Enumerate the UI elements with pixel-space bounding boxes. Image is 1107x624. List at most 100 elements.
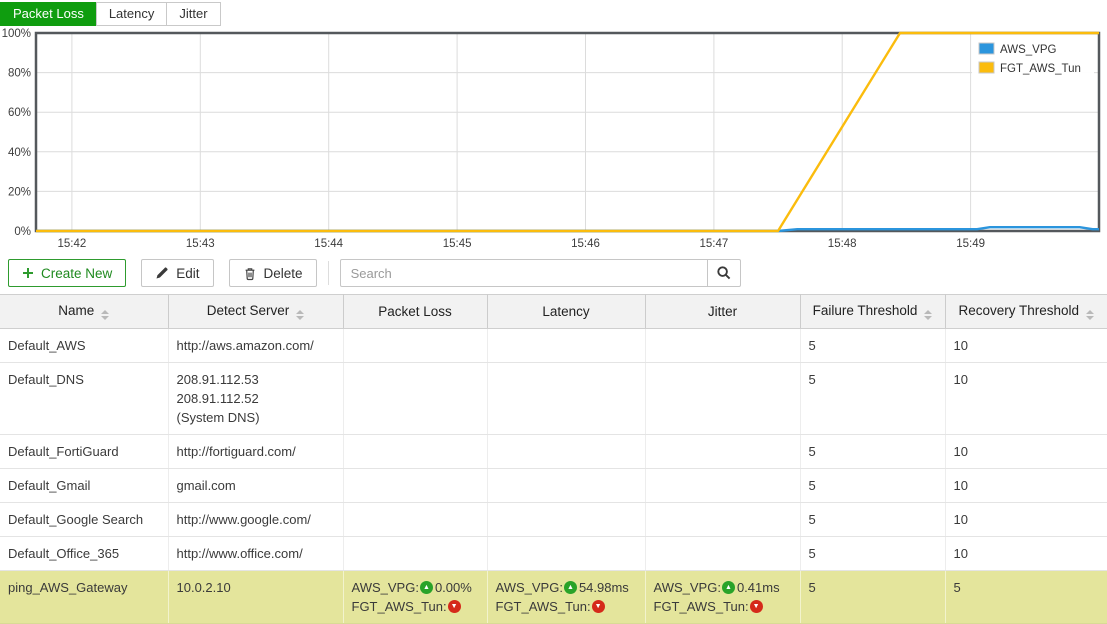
column-header-jitter[interactable]: Jitter (645, 295, 800, 329)
cell-packet-loss (343, 503, 487, 537)
search-input[interactable] (340, 259, 708, 287)
cell-recovery-threshold: 10 (945, 469, 1107, 503)
table-row[interactable]: Default_Gmail gmail.com 5 10 (0, 469, 1107, 503)
table-row[interactable]: Default_Google Search http://www.google.… (0, 503, 1107, 537)
svg-text:100%: 100% (2, 28, 31, 40)
plot-border (36, 33, 1099, 231)
link-status-line: AWS_VPG:▲0.00% (352, 578, 479, 597)
svg-text:0%: 0% (14, 226, 31, 238)
legend-item-fgt-aws-tun[interactable]: FGT_AWS_Tun (979, 62, 1081, 75)
packet-loss-chart: 0%20%40%60%80%100%15:4215:4315:4415:4515… (0, 25, 1107, 253)
edit-button[interactable]: Edit (141, 259, 213, 287)
svg-text:20%: 20% (8, 186, 31, 198)
cell-latency (487, 435, 645, 469)
table-header-row: NameDetect ServerPacket LossLatencyJitte… (0, 295, 1107, 329)
cell-detect-server: http://aws.amazon.com/ (168, 329, 343, 363)
toolbar: Create New Edit Delete (8, 259, 1099, 287)
column-header-name[interactable]: Name (0, 295, 168, 329)
column-header-detect-server[interactable]: Detect Server (168, 295, 343, 329)
chart-tabs: Packet LossLatencyJitter (0, 0, 1107, 25)
cell-detect-server: http://www.office.com/ (168, 537, 343, 571)
table-row[interactable]: Default_FortiGuard http://fortiguard.com… (0, 435, 1107, 469)
svg-text:15:46: 15:46 (571, 238, 600, 250)
cell-name: Default_AWS (0, 329, 168, 363)
table-row[interactable]: Default_AWS http://aws.amazon.com/ 5 10 (0, 329, 1107, 363)
cell-latency (487, 363, 645, 435)
cell-name: Default_Office_365 (0, 537, 168, 571)
cell-recovery-threshold: 5 (945, 571, 1107, 624)
sort-icon[interactable] (296, 310, 304, 320)
search-button[interactable] (708, 259, 741, 287)
svg-text:80%: 80% (8, 68, 31, 80)
cell-detect-server: gmail.com (168, 469, 343, 503)
cell-failure-threshold: 5 (800, 571, 945, 624)
tab-latency[interactable]: Latency (96, 2, 168, 26)
cell-latency (487, 503, 645, 537)
cell-jitter (645, 329, 800, 363)
pencil-icon (155, 266, 169, 280)
table-body: Default_AWS http://aws.amazon.com/ 5 10 … (0, 329, 1107, 624)
cell-recovery-threshold: 10 (945, 503, 1107, 537)
cell-jitter (645, 503, 800, 537)
sort-icon[interactable] (101, 310, 109, 320)
svg-text:40%: 40% (8, 147, 31, 159)
svg-text:15:45: 15:45 (443, 238, 472, 250)
status-down-icon: ▼ (448, 600, 461, 613)
cell-latency (487, 469, 645, 503)
cell-packet-loss (343, 469, 487, 503)
toolbar-separator (328, 261, 329, 285)
cell-jitter (645, 435, 800, 469)
search-box (340, 259, 741, 287)
delete-label: Delete (264, 266, 303, 281)
search-icon (716, 265, 732, 281)
cell-name: Default_DNS (0, 363, 168, 435)
link-status-line: FGT_AWS_Tun:▼ (352, 597, 479, 616)
plus-icon (22, 267, 34, 279)
svg-text:15:48: 15:48 (828, 238, 857, 250)
series-fgt-aws-tun (36, 33, 1099, 231)
cell-detect-server: http://fortiguard.com/ (168, 435, 343, 469)
cell-latency (487, 537, 645, 571)
cell-failure-threshold: 5 (800, 329, 945, 363)
column-header-latency[interactable]: Latency (487, 295, 645, 329)
packet-loss-chart-svg: 0%20%40%60%80%100%15:4215:4315:4415:4515… (0, 25, 1107, 253)
cell-jitter (645, 469, 800, 503)
svg-text:15:42: 15:42 (58, 238, 87, 250)
table-row[interactable]: Default_Office_365 http://www.office.com… (0, 537, 1107, 571)
status-down-icon: ▼ (592, 600, 605, 613)
create-new-button[interactable]: Create New (8, 259, 126, 287)
cell-name: Default_FortiGuard (0, 435, 168, 469)
svg-text:15:43: 15:43 (186, 238, 215, 250)
cell-latency (487, 329, 645, 363)
link-status-line: FGT_AWS_Tun:▼ (654, 597, 792, 616)
cell-name: ping_AWS_Gateway (0, 571, 168, 624)
cell-failure-threshold: 5 (800, 363, 945, 435)
table-row[interactable]: Default_DNS 208.91.112.53208.91.112.52(S… (0, 363, 1107, 435)
x-axis-labels: 15:4215:4315:4415:4515:4615:4715:4815:49 (58, 238, 985, 250)
tab-packet-loss[interactable]: Packet Loss (0, 2, 97, 26)
svg-text:FGT_AWS_Tun: FGT_AWS_Tun (1000, 63, 1081, 75)
chart-legend: AWS_VPG FGT_AWS_Tun (972, 37, 1094, 81)
table-row[interactable]: ping_AWS_Gateway 10.0.2.10 AWS_VPG:▲0.00… (0, 571, 1107, 624)
sort-icon[interactable] (924, 310, 932, 320)
y-axis-labels: 0%20%40%60%80%100% (2, 28, 31, 238)
sort-icon[interactable] (1086, 310, 1094, 320)
column-header-packet-loss[interactable]: Packet Loss (343, 295, 487, 329)
cell-failure-threshold: 5 (800, 435, 945, 469)
cell-failure-threshold: 5 (800, 537, 945, 571)
tab-jitter[interactable]: Jitter (166, 2, 220, 26)
cell-failure-threshold: 5 (800, 503, 945, 537)
cell-name: Default_Google Search (0, 503, 168, 537)
column-header-failure-threshold[interactable]: Failure Threshold (800, 295, 945, 329)
cell-name: Default_Gmail (0, 469, 168, 503)
cell-detect-server: 10.0.2.10 (168, 571, 343, 624)
delete-button[interactable]: Delete (229, 259, 317, 287)
status-up-icon: ▲ (722, 581, 735, 594)
legend-item-aws-vpg[interactable]: AWS_VPG (979, 43, 1057, 56)
status-up-icon: ▲ (564, 581, 577, 594)
column-header-recovery-threshold[interactable]: Recovery Threshold (945, 295, 1107, 329)
create-new-label: Create New (41, 266, 112, 281)
svg-text:AWS_VPG: AWS_VPG (1000, 44, 1057, 56)
cell-jitter (645, 363, 800, 435)
cell-recovery-threshold: 10 (945, 329, 1107, 363)
